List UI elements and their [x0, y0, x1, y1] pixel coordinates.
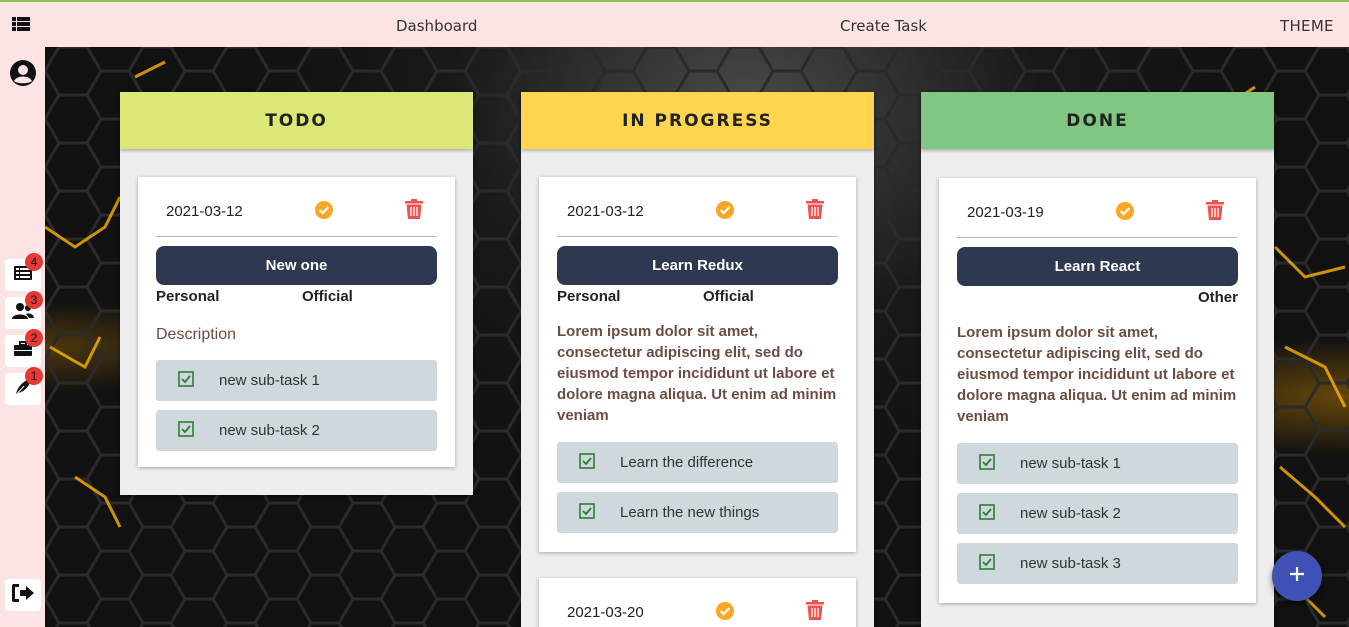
column-title: TODO — [120, 92, 473, 149]
column-title: DONE — [921, 92, 1274, 149]
task-description: Description — [156, 326, 237, 343]
grid-menu-icon[interactable] — [12, 16, 30, 32]
checkbox-checked-icon[interactable] — [579, 503, 595, 519]
task-tags: Other — [957, 286, 1238, 308]
nav-create-task-link[interactable]: Create Task — [840, 17, 927, 35]
task-date: 2021-03-12 — [567, 203, 644, 220]
subtask-label: Learn the difference — [620, 454, 754, 471]
subtask-item[interactable]: Learn the new things — [557, 492, 838, 533]
tasks-count-badge: 4 — [25, 253, 43, 271]
delete-trash-icon[interactable] — [806, 199, 824, 219]
subtask-item[interactable]: new sub-task 2 — [156, 410, 437, 451]
task-card: 2021-03-20 — [539, 578, 856, 627]
column-title: IN PROGRESS — [521, 92, 874, 149]
checkbox-checked-icon[interactable] — [178, 371, 194, 387]
subtask-item[interactable]: Learn the difference — [557, 442, 838, 483]
subtask-item[interactable]: new sub-task 1 — [957, 443, 1238, 484]
task-card: 2021-03-12 Learn Redux Personal Official… — [539, 177, 856, 552]
task-title-button[interactable]: New one — [156, 246, 437, 285]
sidebar: 4 3 2 1 — [0, 47, 45, 627]
complete-check-icon[interactable] — [715, 200, 735, 220]
subtask-label: new sub-task 1 — [1020, 455, 1121, 472]
task-description: Lorem ipsum dolor sit amet, consectetur … — [557, 323, 837, 424]
subtask-item[interactable]: new sub-task 2 — [957, 493, 1238, 534]
task-tags: Personal Official — [156, 285, 437, 307]
tag-label: Official — [703, 288, 754, 305]
work-count-badge: 2 — [25, 329, 43, 347]
subtask-label: Learn the new things — [620, 504, 760, 521]
task-title-button[interactable]: Learn Redux — [557, 246, 838, 285]
sidebar-item-users[interactable]: 3 — [5, 291, 43, 329]
task-tags: Personal Official — [557, 285, 838, 307]
subtask-label: new sub-task 2 — [1020, 505, 1121, 522]
column-done: DONE 2021-03-19 Learn React Other Lorem … — [921, 92, 1274, 627]
add-task-fab[interactable] — [1272, 551, 1322, 601]
theme-toggle-button[interactable]: THEME — [1280, 17, 1334, 35]
checkbox-checked-icon[interactable] — [178, 421, 194, 437]
sidebar-item-work[interactable]: 2 — [5, 329, 43, 367]
tag-label: Personal — [156, 288, 220, 305]
complete-check-icon[interactable] — [715, 601, 735, 621]
subtask-item[interactable]: new sub-task 1 — [156, 360, 437, 401]
sign-out-icon — [12, 584, 34, 606]
task-date: 2021-03-12 — [166, 203, 243, 220]
task-card: 2021-03-19 Learn React Other Lorem ipsum… — [939, 178, 1256, 603]
task-card: 2021-03-12 New one Personal Official Des… — [138, 177, 455, 467]
tag-label: Other — [1197, 289, 1238, 306]
board-area: TODO 2021-03-12 New one Personal Officia… — [45, 47, 1349, 627]
delete-trash-icon[interactable] — [806, 600, 824, 620]
column-in-progress: IN PROGRESS 2021-03-12 Learn Redux Perso… — [521, 92, 874, 627]
checkbox-checked-icon[interactable] — [979, 504, 995, 520]
task-title-button[interactable]: Learn React — [957, 247, 1238, 286]
subtask-label: new sub-task 1 — [219, 372, 320, 389]
checkbox-checked-icon[interactable] — [979, 454, 995, 470]
checkbox-checked-icon[interactable] — [579, 453, 595, 469]
sidebar-item-notes[interactable]: 1 — [5, 367, 43, 405]
tag-label: Official — [302, 288, 353, 305]
sidebar-item-tasks[interactable]: 4 — [5, 253, 43, 291]
users-count-badge: 3 — [25, 291, 43, 309]
notes-count-badge: 1 — [25, 367, 43, 385]
nav-dashboard-link[interactable]: Dashboard — [396, 17, 477, 35]
delete-trash-icon[interactable] — [1206, 200, 1224, 220]
checkbox-checked-icon[interactable] — [979, 554, 995, 570]
complete-check-icon[interactable] — [314, 200, 334, 220]
subtask-label: new sub-task 2 — [219, 422, 320, 439]
column-todo: TODO 2021-03-12 New one Personal Officia… — [120, 92, 473, 495]
user-circle-icon — [9, 59, 37, 91]
task-date: 2021-03-19 — [967, 204, 1044, 221]
task-date: 2021-03-20 — [567, 604, 644, 621]
top-navbar: Dashboard Create Task THEME — [0, 0, 1349, 47]
plus-icon — [1289, 566, 1305, 586]
logout-button[interactable] — [5, 579, 41, 611]
subtask-label: new sub-task 3 — [1020, 555, 1121, 572]
profile-button[interactable] — [5, 59, 41, 91]
complete-check-icon[interactable] — [1115, 201, 1135, 221]
delete-trash-icon[interactable] — [405, 199, 423, 219]
subtask-item[interactable]: new sub-task 3 — [957, 543, 1238, 584]
task-description: Lorem ipsum dolor sit amet, consectetur … — [957, 324, 1237, 425]
tag-label: Personal — [557, 288, 621, 305]
